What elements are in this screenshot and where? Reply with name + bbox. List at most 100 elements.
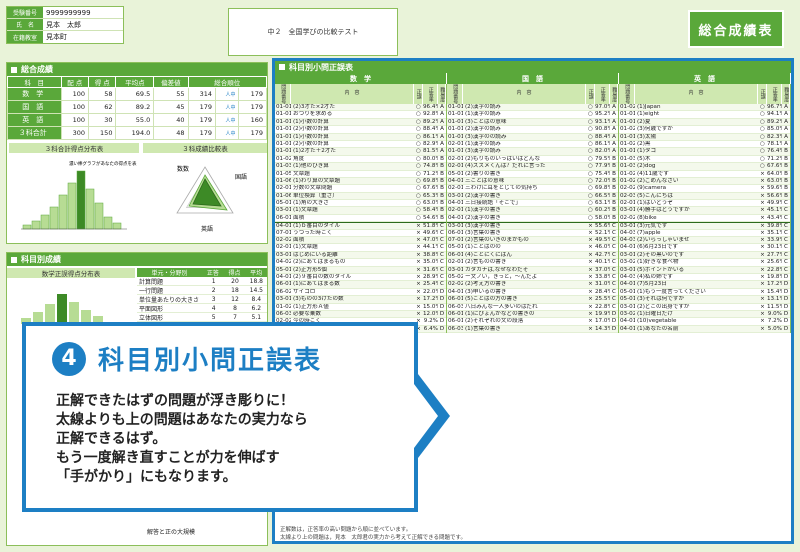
grid-cell: (1)あなたの名前 — [637, 325, 679, 332]
grid-cell: 三ことばの意味 — [465, 177, 505, 184]
grid-cell: 63.1% — [595, 200, 610, 207]
grid-cell: 17.2% — [423, 296, 438, 303]
grid-cell: B — [784, 185, 788, 192]
grid-cell: 11.5% — [767, 303, 782, 310]
unit-val: 18 — [231, 286, 239, 294]
grid-cell: 28.4% — [595, 288, 610, 295]
grid-cell: × — [588, 273, 593, 280]
grid-row: 06-01面積 ○54.6%B — [275, 215, 446, 223]
grid-cell: 01-01 — [276, 126, 291, 133]
grid-cell: 03-02 — [620, 310, 635, 317]
grid-cell: (2)考え方の書き — [465, 281, 507, 288]
grid-row: 01-01(1)小数の計算 ○86.1%A — [275, 133, 446, 141]
grid-cell: カタカナは,なぜなわだそ — [465, 266, 529, 273]
grid-cell: 94.1% — [767, 111, 782, 118]
summary-cell-rank: 179 — [187, 100, 217, 114]
summary-cell-rank: 314 — [187, 87, 217, 101]
grid-cell: 07-01 — [276, 229, 291, 236]
grid-cell: ○ — [588, 200, 593, 207]
summary-cell-score: 58 — [87, 87, 117, 101]
unit-val: 2 — [211, 286, 216, 294]
grid-row: 01-02(1)正方形Ａ値 ×15.0%D — [275, 304, 446, 311]
grid-cell: C — [784, 259, 788, 266]
grid-cell: 01-01 — [620, 133, 635, 140]
grid-cell: ○ — [416, 104, 421, 110]
unit-val: 5.1 — [251, 313, 262, 321]
unit-val: 4 — [211, 304, 216, 312]
grid-cell: × — [760, 200, 765, 207]
grid-cell: A — [440, 140, 444, 147]
column-body: 01-01(2)3才た×2才た○96.4%A01-01おつりを求める○92.8%… — [275, 104, 446, 334]
grid-cell: 03-02 — [620, 259, 635, 266]
unit-row: 立体図形 5 7 5.1 — [137, 313, 267, 322]
grid-cell: B — [440, 200, 444, 207]
grid-cell: × — [416, 266, 421, 273]
grid-cell: サイコロ — [293, 288, 316, 295]
grid-cell: A — [440, 148, 444, 155]
grid-cell: 01-01 — [276, 148, 291, 155]
grid-cell: (2)言葉のいきのまかもの — [465, 237, 529, 244]
grid-cell: 77.9% — [595, 163, 610, 170]
grid-cell: × — [760, 296, 765, 303]
grid-cell: 30.1% — [767, 244, 782, 251]
grid-cell: × — [588, 296, 593, 303]
grid-cell: 22.0% — [423, 288, 438, 295]
grid-row: 06-01(4)ことにくにばん ×42.7%C — [447, 251, 618, 260]
column-header-cell: 内 容 — [463, 84, 586, 104]
grid-cell: 60.2% — [595, 207, 610, 214]
grid-cell: ○ — [588, 192, 593, 199]
grid-row: 06-02サイコロ ×22.0%D — [275, 288, 446, 297]
grid-cell: 78.1% — [767, 140, 782, 147]
grid-row: 02-01三わけに耳をとじての気持ち ○69.8%B — [447, 185, 618, 193]
column-header-cell: 問題番号 — [619, 84, 635, 104]
summary-header: 得 点 — [87, 76, 117, 88]
grid-cell: (2)正方形5個 — [293, 266, 327, 273]
column-header-cell: 正誤 — [758, 84, 767, 104]
grid-cell: はじめにいる距離 — [293, 251, 338, 258]
grid-cell: A — [440, 118, 444, 125]
grid-cell: C — [612, 244, 616, 251]
column-header-cell: 正誤 — [414, 84, 423, 104]
grid-cell: 必要な乗数 — [293, 310, 321, 317]
subject-title-text: 科目別成績 — [21, 255, 61, 264]
subject-name: ３科合計 — [7, 126, 62, 140]
grid-cell: 02-01 — [448, 259, 463, 266]
summary-cell-dev: 48 — [153, 126, 189, 140]
dist-title: ３科合計得点分布表 — [9, 143, 139, 153]
grid-row: 03-01(3)元気です ×39.8%C — [619, 222, 790, 230]
grid-cell: 02-02 — [620, 185, 635, 192]
grid-row: 02-01(1)はいどうぞ ×49.9%C — [619, 200, 790, 208]
radar-label: 英語 — [201, 225, 213, 233]
grid-cell: A — [784, 133, 788, 140]
grid-row: 01-02(4)11歳です ×64.0%B — [619, 171, 790, 178]
grid-cell: D — [783, 310, 789, 317]
grid-cell: × — [588, 281, 593, 288]
grid-cell: 74.8% — [423, 163, 438, 170]
grid-cell: (3)ものの3けたの数 — [293, 296, 344, 303]
grid-cell: 43.4% — [767, 214, 782, 221]
grid-cell: 33.9% — [767, 237, 782, 244]
grid-cell: C — [440, 229, 444, 236]
summary-panel: 総合成績 科 目配 点得 点平均点 偏差値 総合順位 数 学 100 58 69.5 55 3… — [6, 62, 268, 244]
grid-cell: (2)その黒いのです — [637, 251, 685, 258]
dist-bar — [76, 170, 86, 230]
grid-cell: C — [784, 207, 788, 214]
grid-cell: ○ — [588, 126, 593, 133]
grid-cell: 39.8% — [767, 223, 782, 229]
grid-cell: 04-01 — [276, 223, 291, 229]
grid-cell: B — [440, 207, 444, 214]
grid-cell: (5)こんにちは — [637, 192, 673, 199]
grid-cell: B — [612, 214, 616, 221]
grid-cell: (2)漢字の読み — [465, 126, 501, 133]
grid-cell: 17.2% — [767, 281, 782, 288]
footnote-line: 太線より上の問題は，見本 太郎君の実力から考えて正解できる問題です。 — [280, 535, 466, 541]
summary-cell-avg: 89.2 — [115, 100, 155, 114]
grid-cell: 93.1% — [595, 118, 610, 125]
grid-cell: 06-01 — [448, 318, 463, 325]
grid-cell: 49.5% — [595, 237, 610, 244]
grid-cell: D — [439, 303, 445, 310]
grid-cell: 03-01 — [448, 192, 463, 199]
unit-name: 平面図形 — [139, 305, 164, 313]
grid-cell: (4)ことにくにばん — [465, 251, 512, 258]
grid-cell: A — [440, 111, 444, 118]
